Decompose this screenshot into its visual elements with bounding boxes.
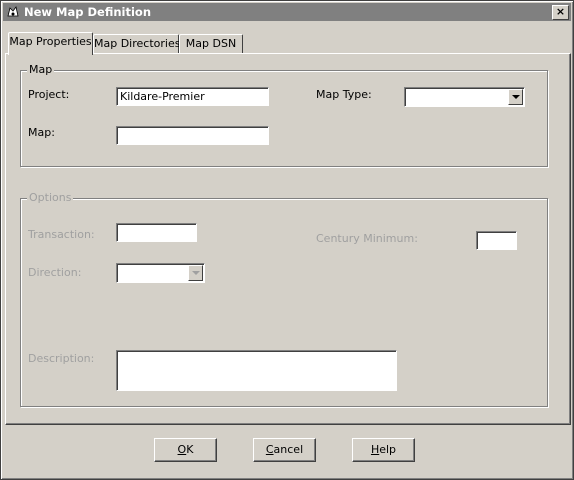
help-mnemonic: H (370, 443, 380, 456)
close-button[interactable]: × (552, 5, 569, 20)
map-type-dropdown-button[interactable] (508, 89, 523, 105)
project-label: Project: (28, 88, 70, 101)
direction-label: Direction: (28, 266, 82, 279)
map-groupbox: Map (20, 63, 548, 167)
tab-label: Map Properties (9, 35, 92, 48)
project-input[interactable]: Kildare-Premier (116, 87, 269, 106)
help-label: elp (379, 443, 397, 456)
ok-button[interactable]: OK (154, 438, 217, 462)
project-value: Kildare-Premier (120, 90, 205, 103)
cancel-mnemonic: C (265, 443, 274, 456)
tab-map-directories[interactable]: Map Directories (93, 34, 181, 54)
description-label: Description: (28, 352, 95, 365)
map-input[interactable] (116, 126, 269, 145)
tab-label: Map Directories (94, 37, 181, 50)
tab-map-dsn[interactable]: Map DSN (179, 34, 243, 54)
map-group-legend: Map (27, 63, 55, 76)
transaction-label: Transaction: (28, 228, 95, 241)
options-group-legend: Options (27, 191, 74, 204)
direction-dropdown-button[interactable] (188, 265, 203, 281)
tab-map-properties[interactable]: Map Properties (8, 32, 93, 55)
help-button[interactable]: Help (352, 438, 415, 462)
tab-label: Map DSN (185, 37, 237, 50)
transaction-input[interactable] (116, 223, 197, 242)
close-icon: × (555, 5, 566, 18)
app-icon (7, 6, 19, 17)
direction-select[interactable] (116, 263, 205, 283)
description-textarea[interactable] (116, 350, 397, 391)
title-bar[interactable]: New Map Definition × (3, 3, 571, 21)
century-minimum-input[interactable] (476, 231, 517, 250)
window-title: New Map Definition (24, 5, 152, 19)
chevron-down-icon (192, 271, 200, 275)
century-minimum-label: Century Minimum: (316, 232, 418, 245)
dialog-window: New Map Definition × Map Properties Map … (0, 0, 574, 480)
map-label: Map: (28, 126, 55, 139)
ok-label: K (186, 443, 194, 456)
ok-mnemonic: O (177, 443, 187, 456)
cancel-label: ancel (273, 443, 304, 456)
map-type-label: Map Type: (316, 88, 372, 101)
map-type-select[interactable] (404, 87, 525, 107)
chevron-down-icon (512, 95, 520, 99)
cancel-button[interactable]: Cancel (253, 438, 316, 462)
